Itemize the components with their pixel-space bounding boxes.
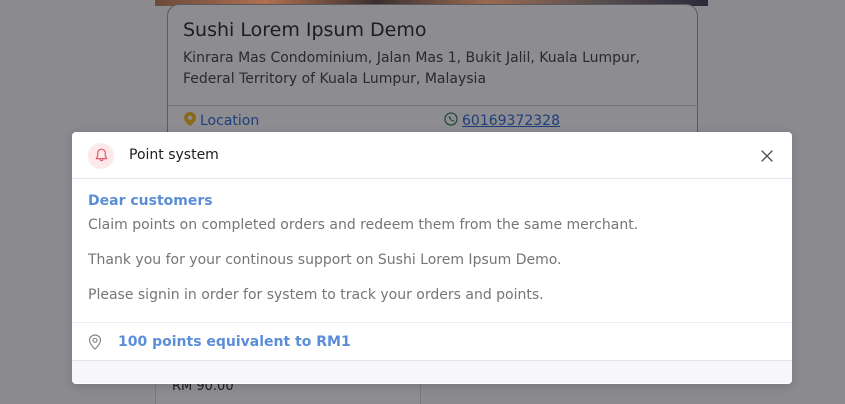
- close-button[interactable]: [760, 148, 774, 162]
- location-label: Location: [200, 113, 260, 129]
- paragraph-thank-you: Thank you for your continous support on …: [88, 252, 562, 268]
- modal-body: Dear customers Claim points on completed…: [72, 179, 792, 323]
- whatsapp-icon: [444, 112, 458, 130]
- greeting-heading: Dear customers: [88, 193, 213, 209]
- point-system-modal: Point system Dear customers Claim points…: [72, 132, 792, 384]
- points-info-row: 100 points equivalent to RM1: [72, 323, 792, 361]
- modal-header: Point system: [72, 132, 792, 179]
- phone-number: 60169372328: [462, 113, 560, 129]
- modal-footer-strip: [72, 361, 792, 383]
- bell-icon-badge: [88, 143, 114, 169]
- store-name: Sushi Lorem Ipsum Demo: [183, 19, 427, 41]
- points-conversion-text: 100 points equivalent to RM1: [118, 333, 351, 350]
- phone-link[interactable]: 60169372328: [444, 112, 560, 130]
- bell-icon: [95, 147, 108, 166]
- map-pin-icon: [88, 333, 102, 350]
- modal-title: Point system: [129, 147, 219, 163]
- paragraph-signin-notice: Please signin in order for system to tra…: [88, 287, 544, 303]
- map-pin-icon: [184, 112, 196, 130]
- location-link[interactable]: Location: [184, 112, 259, 130]
- store-address: Kinrara Mas Condominium, Jalan Mas 1, Bu…: [183, 50, 641, 87]
- divider: [168, 105, 697, 106]
- paragraph-claim-points: Claim points on completed orders and red…: [88, 217, 639, 233]
- close-icon: [760, 148, 774, 167]
